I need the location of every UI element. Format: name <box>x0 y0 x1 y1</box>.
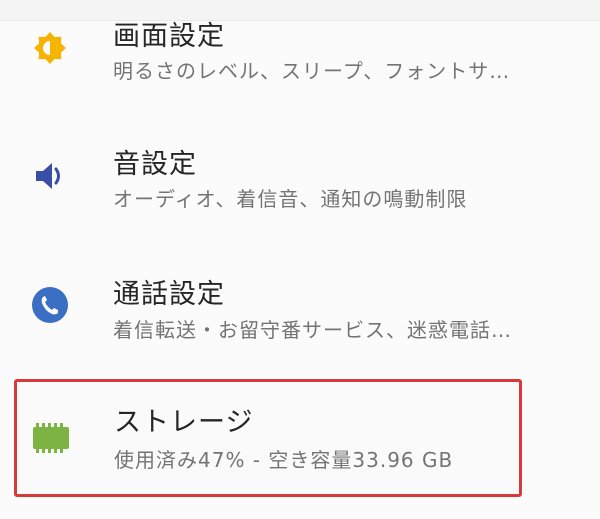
volume-icon <box>28 154 72 198</box>
settings-item-subtitle: オーディオ、着信音、通知の鳴動制限 <box>113 187 468 211</box>
settings-item-title: 通話設定 <box>113 279 225 310</box>
settings-item-title: 音設定 <box>113 149 197 180</box>
brightness-icon <box>28 26 72 70</box>
storage-icon <box>29 416 73 460</box>
settings-item-title: 画面設定 <box>113 21 225 52</box>
settings-item-title: ストレージ <box>114 407 254 438</box>
settings-item-sound[interactable]: 音設定 オーディオ、着信音、通知の鳴動制限 <box>0 130 600 230</box>
settings-item-subtitle: 着信転送・お留守番サービス、迷惑電話… <box>113 318 512 342</box>
settings-item-subtitle: 明るさのレベル、スリープ、フォントサ… <box>113 59 511 83</box>
settings-item-subtitle: 使用済み47% - 空き容量33.96 GB <box>114 448 454 472</box>
settings-item-storage[interactable]: ストレージ 使用済み47% - 空き容量33.96 GB <box>14 379 522 497</box>
settings-item-call[interactable]: 通話設定 着信転送・お留守番サービス、迷惑電話… <box>0 260 600 360</box>
phone-icon <box>28 283 72 327</box>
settings-item-display[interactable]: 画面設定 明るさのレベル、スリープ、フォントサ… <box>0 0 600 100</box>
